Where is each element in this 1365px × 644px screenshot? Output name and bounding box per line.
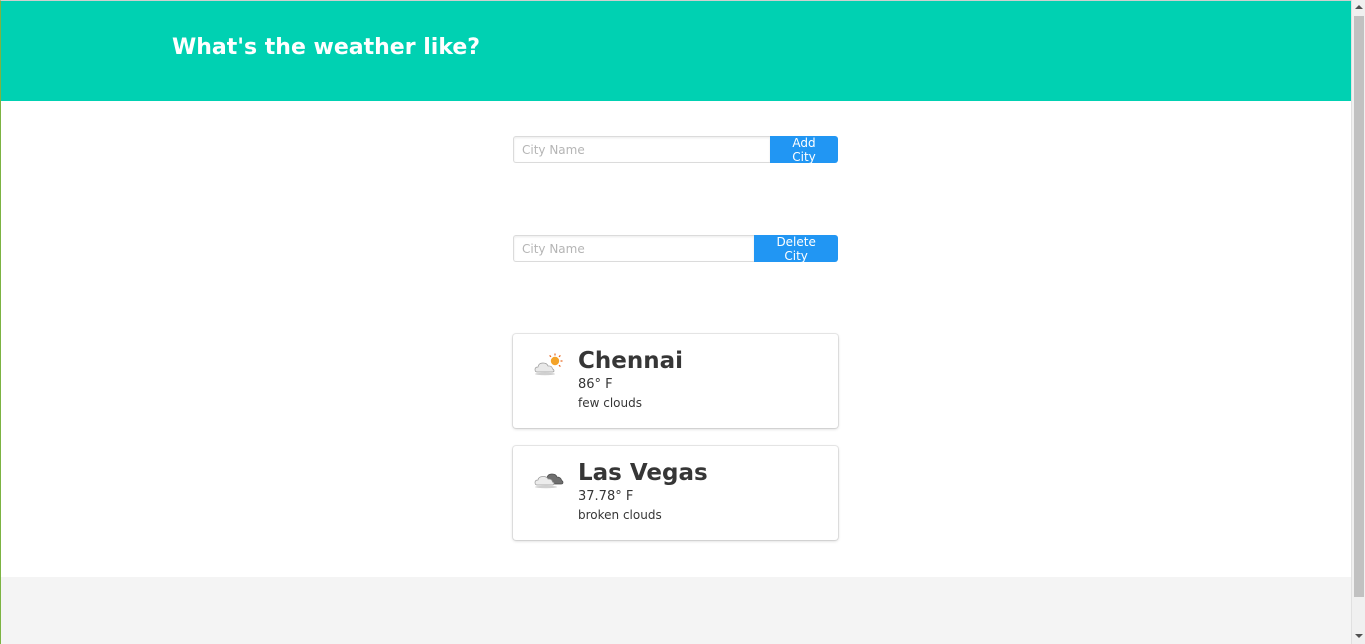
scroll-down-arrow-icon[interactable] [1355, 632, 1363, 640]
delete-city-button[interactable]: Delete City [754, 235, 838, 263]
delete-city-form: Delete City [513, 235, 838, 263]
few-clouds-day-icon [534, 353, 563, 376]
header-banner: What's the weather like? [1, 1, 1351, 101]
add-city-form: Add City [513, 136, 838, 164]
scrollbar-thumb[interactable] [1354, 16, 1364, 597]
weather-card: Chennai 86° F few clouds [513, 334, 838, 428]
page-footer [1, 577, 1351, 644]
add-city-button[interactable]: Add City [770, 136, 838, 164]
city-name: Las Vegas [578, 460, 708, 486]
page-frame: What's the weather like? Add City Delete… [0, 0, 1351, 644]
vertical-scrollbar[interactable] [1351, 0, 1365, 644]
scroll-up-arrow-icon[interactable] [1355, 3, 1363, 11]
weather-description: few clouds [578, 396, 642, 410]
add-city-input[interactable] [513, 136, 771, 163]
city-temperature: 86° F [578, 377, 613, 392]
weather-description: broken clouds [578, 508, 662, 522]
weather-card: Las Vegas 37.78° F broken clouds [513, 446, 838, 540]
city-temperature: 37.78° F [578, 489, 634, 504]
broken-clouds-icon [534, 473, 564, 489]
page-title: What's the weather like? [172, 35, 481, 60]
delete-city-input[interactable] [513, 235, 755, 262]
city-name: Chennai [578, 348, 684, 374]
